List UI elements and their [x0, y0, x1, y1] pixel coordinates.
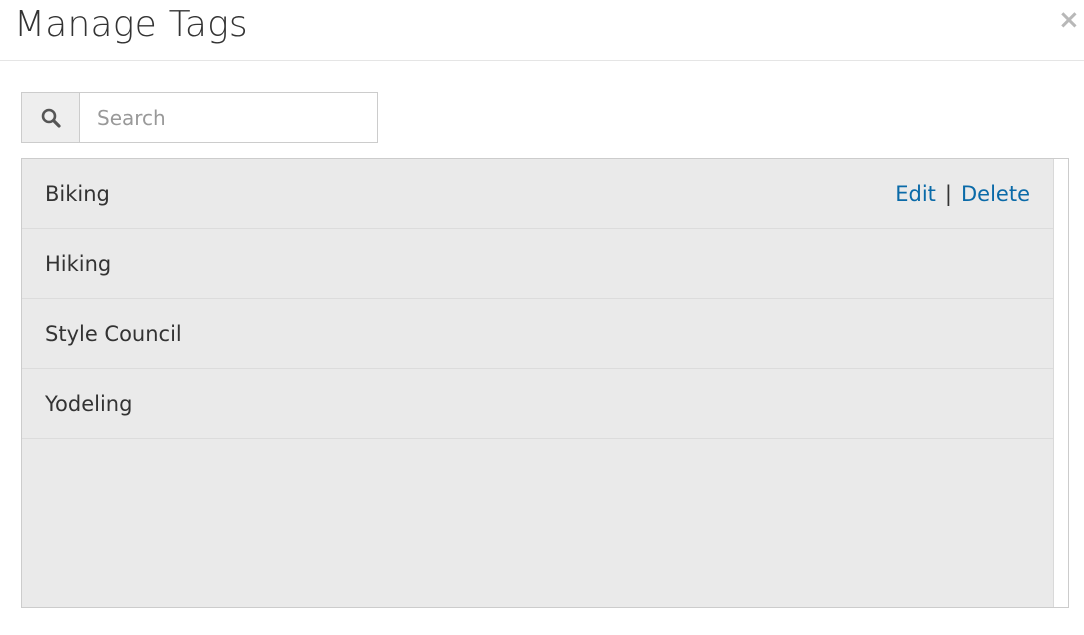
- tag-actions: Edit | Delete: [895, 182, 1030, 206]
- tag-list: Biking Edit | Delete Hiking Style Counci…: [22, 159, 1054, 607]
- modal-title: Manage Tags: [14, 4, 248, 45]
- modal-header: Manage Tags ×: [0, 0, 1084, 61]
- search-group: [21, 92, 378, 143]
- action-separator: |: [944, 181, 952, 206]
- edit-tag-link[interactable]: Edit: [895, 182, 936, 206]
- search-input[interactable]: [79, 92, 378, 143]
- close-button[interactable]: ×: [1058, 7, 1080, 33]
- tag-name: Style Council: [45, 321, 182, 346]
- manage-tags-modal: Manage Tags × Biking Edit | Delete Hikin…: [0, 0, 1084, 635]
- delete-tag-link[interactable]: Delete: [961, 182, 1030, 206]
- tag-name: Yodeling: [45, 391, 133, 416]
- tag-list-panel: Biking Edit | Delete Hiking Style Counci…: [21, 158, 1069, 608]
- tag-name: Biking: [45, 181, 110, 206]
- tag-row-hiking[interactable]: Hiking: [22, 229, 1053, 299]
- search-icon: [21, 92, 79, 143]
- tag-row-yodeling[interactable]: Yodeling: [22, 369, 1053, 439]
- tag-row-biking[interactable]: Biking Edit | Delete: [22, 159, 1053, 229]
- tag-row-style-council[interactable]: Style Council: [22, 299, 1053, 369]
- tag-name: Hiking: [45, 251, 112, 276]
